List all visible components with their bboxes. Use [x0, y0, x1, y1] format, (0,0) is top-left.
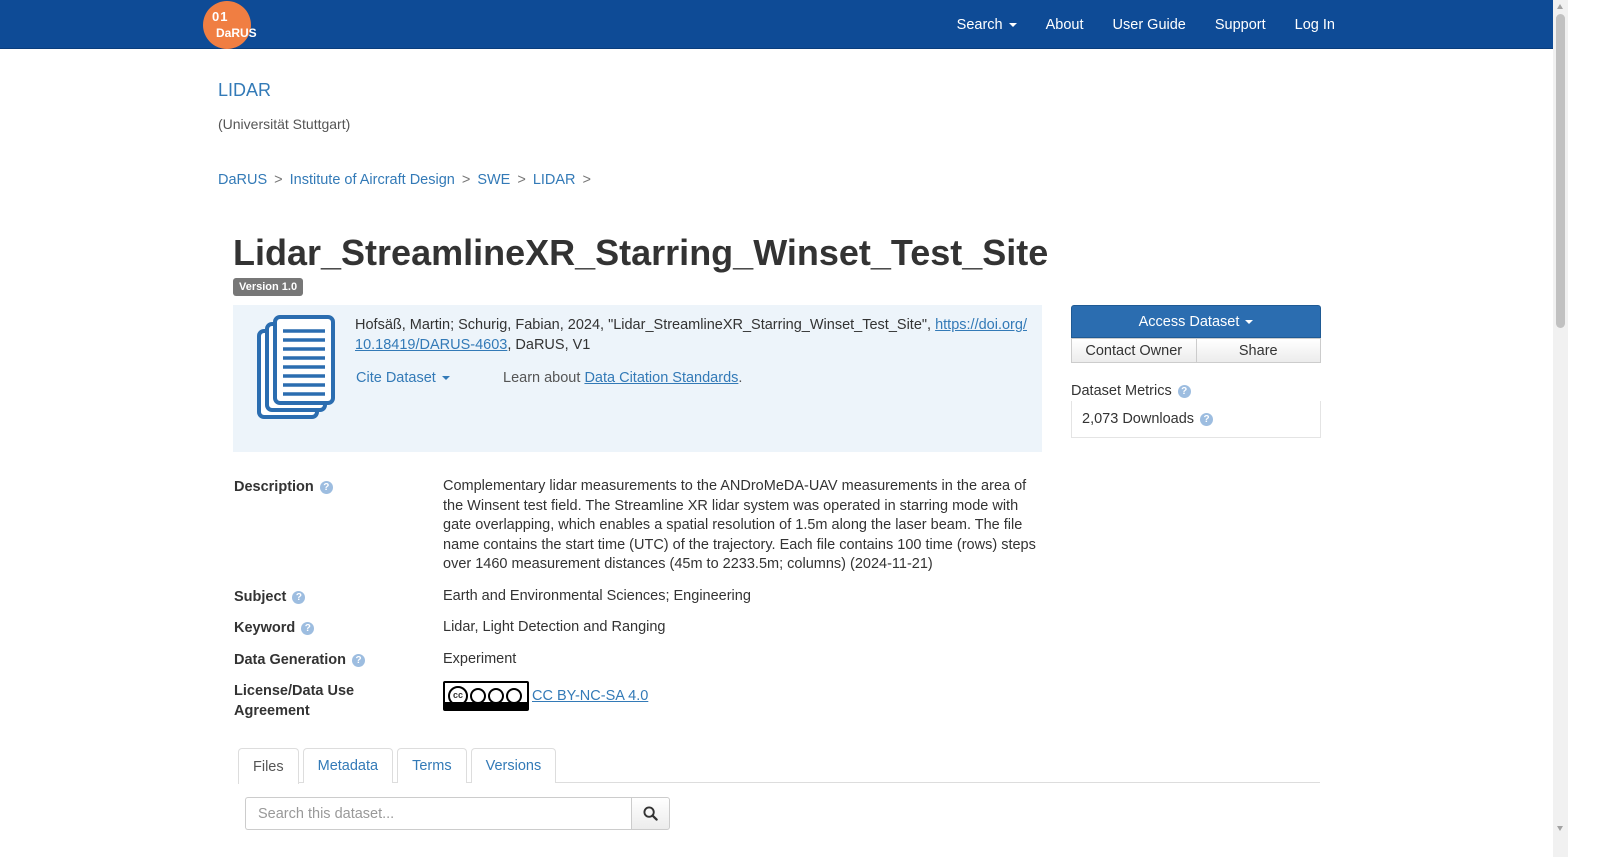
data-citation-standards-link[interactable]: Data Citation Standards — [584, 370, 738, 386]
license-link[interactable]: CC BY-NC-SA 4.0 — [532, 688, 648, 704]
version-badge: Version 1.0 — [233, 278, 304, 296]
tab-versions[interactable]: Versions — [470, 748, 557, 783]
citation-box: Hofsäß, Martin; Schurig, Fabian, 2024, "… — [233, 305, 1042, 452]
learn-suffix: . — [738, 370, 743, 386]
license-badge-strip — [445, 702, 527, 709]
help-icon[interactable]: ? — [352, 653, 365, 667]
search-icon — [643, 806, 658, 821]
nav-search-label: Search — [956, 16, 1003, 33]
downloads-count: 2,073 Downloads — [1082, 411, 1195, 427]
subject-value: Earth and Environmental Sciences; Engine… — [443, 588, 751, 604]
dataset-file-icon — [257, 315, 335, 419]
learn-prefix: Learn about — [503, 370, 585, 386]
nav-user-guide[interactable]: User Guide — [1113, 17, 1186, 33]
file-search-button[interactable] — [631, 797, 670, 830]
cite-dataset-dropdown[interactable]: Cite Dataset — [356, 370, 450, 386]
logo-text: DaRUS — [216, 26, 257, 40]
description-label: Description? — [234, 477, 333, 497]
help-icon[interactable]: ? — [292, 590, 306, 604]
nav-support[interactable]: Support — [1215, 17, 1266, 33]
data-generation-label: Data Generation? — [234, 650, 365, 670]
nav-menu: Search About User Guide Support Log In — [928, 0, 1335, 49]
share-button[interactable]: Share — [1196, 338, 1321, 363]
chevron-down-icon — [1008, 22, 1017, 27]
page-scrollbar[interactable] — [1553, 0, 1568, 857]
breadcrumb: DaRUS > Institute of Aircraft Design > S… — [218, 172, 598, 188]
darus-logo[interactable]: 01 DaRUS — [203, 1, 265, 49]
keyword-label: Keyword? — [234, 618, 315, 638]
tab-terms[interactable]: Terms — [397, 748, 467, 783]
file-search-input[interactable] — [245, 797, 631, 830]
keyword-value: Lidar, Light Detection and Ranging — [443, 619, 666, 635]
logo-bits: 01 — [212, 9, 229, 24]
help-icon[interactable]: ? — [301, 621, 315, 635]
scrollbar-thumb[interactable] — [1556, 14, 1565, 328]
citation-text: Hofsäß, Martin; Schurig, Fabian, 2024, "… — [355, 315, 1035, 355]
breadcrumb-lidar[interactable]: LIDAR — [533, 172, 576, 188]
breadcrumb-separator: > — [517, 172, 526, 188]
nav-search[interactable]: Search — [957, 17, 1017, 33]
license-value: cc CC BY-NC-SA 4.0 — [443, 681, 648, 711]
tab-metadata[interactable]: Metadata — [302, 748, 394, 783]
breadcrumb-separator: > — [274, 172, 283, 188]
breadcrumb-institute[interactable]: Institute of Aircraft Design — [290, 172, 455, 188]
tab-files[interactable]: Files — [238, 748, 299, 784]
dataset-tabs: Files Metadata Terms Versions — [238, 748, 1320, 784]
cc-license-badge[interactable]: cc — [443, 681, 529, 711]
learn-about-text: Learn about Data Citation Standards. — [503, 370, 742, 386]
scroll-down-arrow-icon[interactable] — [1557, 826, 1563, 831]
breadcrumb-darus[interactable]: DaRUS — [218, 172, 267, 188]
help-icon[interactable]: ? — [1200, 412, 1214, 426]
scroll-up-arrow-icon[interactable] — [1557, 4, 1563, 9]
subject-label: Subject? — [234, 587, 306, 607]
description-label-text: Description — [234, 479, 314, 495]
access-dataset-button[interactable]: Access Dataset — [1071, 305, 1321, 338]
top-navbar: 01 DaRUS Search About User Guide Support… — [0, 0, 1553, 49]
metrics-box: 2,073 Downloads? — [1071, 401, 1321, 438]
nav-login[interactable]: Log In — [1295, 17, 1335, 33]
help-icon[interactable]: ? — [1177, 384, 1191, 398]
keyword-label-text: Keyword — [234, 620, 296, 636]
breadcrumb-separator: > — [461, 172, 471, 188]
subject-label-text: Subject — [234, 589, 287, 605]
file-search — [245, 797, 670, 830]
cite-dataset-label: Cite Dataset — [356, 370, 436, 386]
dataset-metrics-heading: Dataset Metrics? — [1071, 383, 1191, 399]
dataverse-name-link[interactable]: LIDAR — [218, 80, 271, 101]
chevron-down-icon — [441, 376, 450, 380]
citation-publisher: , DaRUS, V1 — [507, 337, 591, 353]
data-generation-value: Experiment — [443, 651, 517, 667]
breadcrumb-separator: > — [582, 172, 591, 188]
nav-about[interactable]: About — [1046, 17, 1084, 33]
help-icon[interactable]: ? — [319, 480, 333, 494]
description-value: Complementary lidar measurements to the … — [443, 478, 1036, 572]
access-dataset-label: Access Dataset — [1138, 313, 1240, 330]
chevron-down-icon — [1245, 319, 1254, 324]
dataset-title: Lidar_StreamlineXR_Starring_Winset_Test_… — [233, 232, 1049, 273]
data-generation-label-text: Data Generation — [234, 652, 346, 668]
license-label: License/Data Use Agreement — [234, 683, 355, 719]
breadcrumb-swe[interactable]: SWE — [477, 172, 510, 188]
action-button-row: Contact Owner Share — [1071, 338, 1321, 363]
citation-authors: Hofsäß, Martin; Schurig, Fabian, 2024, "… — [355, 317, 936, 333]
contact-owner-button[interactable]: Contact Owner — [1071, 338, 1197, 363]
metrics-heading-label: Dataset Metrics — [1071, 383, 1172, 399]
dataverse-affiliation: (Universität Stuttgart) — [218, 116, 351, 132]
